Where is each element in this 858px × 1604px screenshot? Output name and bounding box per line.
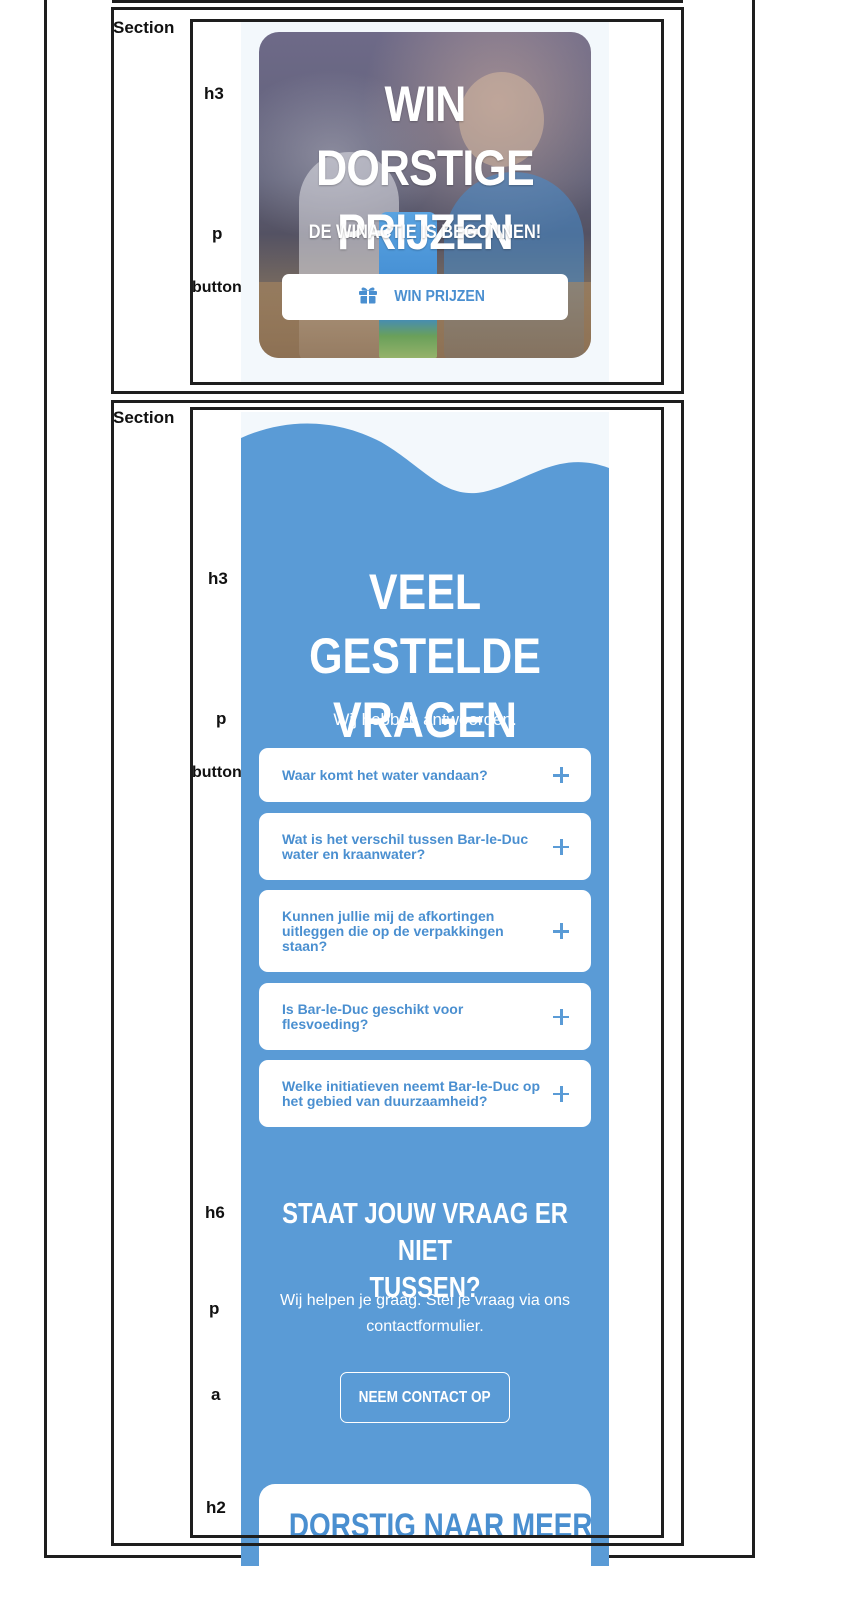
faq-container-outline xyxy=(190,407,664,1538)
bottom-cover xyxy=(0,1558,241,1566)
faq-p-tag: p xyxy=(216,709,227,728)
promo-button-tag: button xyxy=(192,279,242,296)
faq-a-tag: a xyxy=(211,1385,221,1404)
promo-container-outline xyxy=(190,19,664,385)
promo-p-tag: p xyxy=(212,224,223,243)
faq-help-p-tag: p xyxy=(209,1299,220,1318)
promo-h3-tag: h3 xyxy=(204,84,224,103)
faq-h2-tag: h2 xyxy=(206,1498,226,1517)
faq-h6-tag: h6 xyxy=(205,1203,225,1222)
faq-button-tag: button xyxy=(192,764,242,781)
promo-section-tag: Section xyxy=(113,18,175,37)
faq-section-tag: Section xyxy=(113,408,175,427)
faq-h3-tag: h3 xyxy=(208,569,228,588)
bottom-cover-right xyxy=(609,1558,858,1566)
top-divider xyxy=(112,0,683,3)
